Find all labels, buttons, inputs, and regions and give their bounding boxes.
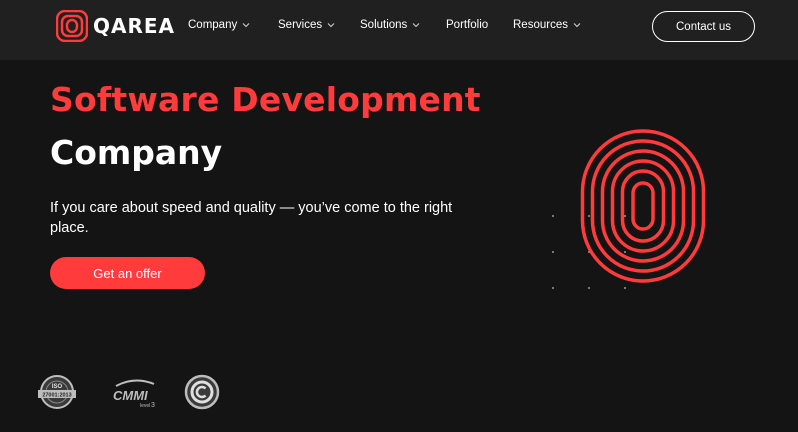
cmmi-level: level [140,403,150,409]
chevron-down-icon [242,23,250,28]
nav-label: Portfolio [446,19,489,31]
contact-us-button[interactable]: Contact us [652,11,755,42]
hero-title-line2: Company [50,133,223,172]
nav-label: Solutions [360,19,408,31]
nav-label: Resources [513,19,568,31]
iso-label: ISO [52,384,63,390]
brand-name: QAREA [93,14,176,38]
certification-badges: ISO 27001:2013 CMMI level 3 [36,372,226,412]
hero-subtitle: If you care about speed and quality — yo… [50,200,453,236]
nav-item-solutions[interactable]: Solutions [360,19,420,31]
nav-label: Services [278,19,323,31]
nav-label: Company [188,19,238,31]
fingerprint-graphic [552,129,706,289]
get-offer-button[interactable]: Get an offer [50,257,205,289]
nav-item-company[interactable]: Company [188,19,250,31]
iso-number: 27001:2013 [42,393,71,399]
site-header: QAREA Company Services Solutions Portfol… [0,0,798,60]
cmmi-badge-icon: CMMI level 3 [113,379,155,409]
cmmi-level-number: 3 [151,402,155,409]
nav-item-resources[interactable]: Resources [513,19,581,31]
logo[interactable]: QAREA [56,10,175,42]
nav-item-portfolio[interactable]: Portfolio [446,19,488,31]
chevron-down-icon [573,23,581,28]
hero-title-line1: Software Development [50,80,481,119]
cmmi-label: CMMI [113,388,148,403]
iso-badge-icon: ISO 27001:2013 [38,375,76,409]
circle-c-badge-icon [184,374,220,410]
chevron-down-icon [327,23,335,28]
nav-item-services[interactable]: Services [278,19,335,31]
chevron-down-icon [412,23,420,28]
qarea-logo-icon [56,10,88,42]
